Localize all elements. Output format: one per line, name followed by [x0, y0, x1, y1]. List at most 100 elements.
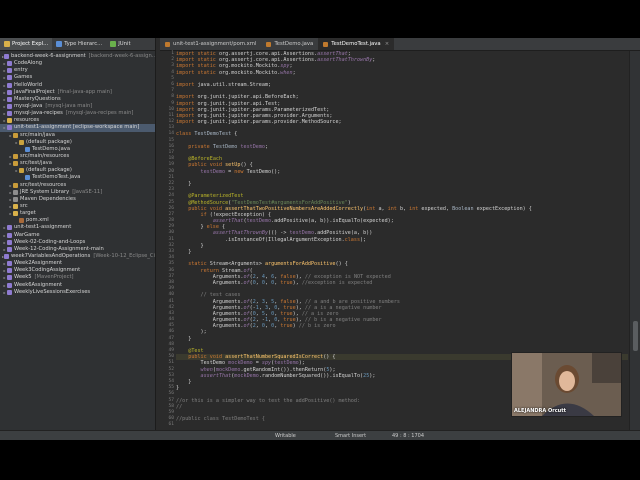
tree-item-label: Week-02-Coding-and-Loops	[14, 238, 86, 245]
project-icon	[7, 104, 12, 110]
tree-item[interactable]: ▸ Maven Dependencies	[0, 196, 155, 203]
tree-item[interactable]: ▸ (default package)	[0, 167, 155, 174]
java-icon	[25, 146, 30, 152]
tree-item[interactable]: ▸ target	[0, 210, 155, 217]
xml-icon	[19, 218, 24, 224]
tree-item-label: unit-test1-assignment [eclipse-workspace…	[14, 124, 140, 131]
tree-item[interactable]: ▸ Week5 [MavenProject]	[0, 274, 155, 281]
project-icon	[7, 275, 12, 281]
tree-item[interactable]: ▸ mysql-java-recipes [mysql-java-recipes m…	[0, 110, 155, 117]
tree-item[interactable]: ▸ entry	[0, 67, 155, 74]
tree-item-label: src	[20, 202, 28, 209]
tree-item-label: (default package)	[26, 138, 72, 145]
tree-item[interactable]: ▸ Games	[0, 74, 155, 81]
project-icon	[7, 68, 12, 74]
tree-item[interactable]: ▸ Week6Assignment	[0, 282, 155, 289]
project-icon	[7, 125, 12, 131]
tree-item[interactable]: ▸ CodeAlong	[0, 60, 155, 67]
tree-item[interactable]: ▸ HelloWorld	[0, 82, 155, 89]
lib-icon	[13, 196, 18, 202]
code-line[interactable]	[176, 422, 628, 428]
pkg-icon	[19, 168, 24, 174]
tree-item[interactable]: TestDemoTest.java	[0, 174, 155, 181]
tree-item[interactable]: ▸ src/main/java	[0, 132, 155, 139]
project-icon	[7, 111, 12, 117]
tree-item-label: CodeAlong	[14, 60, 43, 67]
tree-item[interactable]: ▸ src/test/resources	[0, 182, 155, 189]
tree-item[interactable]: ▸ backend-week-6-assignment [backend-week-…	[0, 53, 155, 60]
editor-tab[interactable]: TestDemo.java	[261, 38, 318, 50]
editor-tab[interactable]: TestDemoTest.java ×	[318, 38, 395, 50]
tree-item[interactable]: ▸ mysql-java [mysql-java main]	[0, 103, 155, 110]
tree-item[interactable]: ▸ MasteryQuestions	[0, 96, 155, 103]
editor-tab-label: TestDemo.java	[274, 41, 314, 47]
explorer-tab-label: JUnit	[118, 41, 131, 47]
tree-item-label: entry	[14, 67, 28, 74]
src-icon	[13, 132, 18, 138]
tree-item-label: (default package)	[26, 167, 72, 174]
tree-item[interactable]: ▸ Week2Assignment	[0, 260, 155, 267]
tree-item[interactable]: TestDemo.java	[0, 146, 155, 153]
project-icon	[7, 268, 12, 274]
status-writable: Writable	[275, 433, 296, 439]
webcam-person-image	[512, 353, 621, 416]
tree-item-label: src/test/resources	[20, 181, 67, 188]
lib-icon	[13, 189, 18, 195]
tree-item[interactable]: ▸ JRE System Library [JavaSE-11]	[0, 189, 155, 196]
project-icon	[4, 54, 10, 60]
project-icon	[7, 96, 12, 102]
editor-tab[interactable]: unit-test1-assignment/pom.xml	[160, 38, 261, 50]
explorer-tab[interactable]: JUnit	[106, 38, 134, 50]
explorer-tab-label: Project Expl...	[12, 41, 49, 47]
tree-item[interactable]: ▸ WeeklyLiveSessionsExercises	[0, 289, 155, 296]
tree-item[interactable]: ▸ JavaFinalProject [final-java-app main]	[0, 89, 155, 96]
tree-item[interactable]: ▸ Week3CodingAssignment	[0, 267, 155, 274]
tree-item[interactable]: ▸ resources	[0, 117, 155, 124]
explorer-tab[interactable]: Type Hierarc...	[52, 38, 106, 50]
status-bar: Writable Smart Insert 49 : 8 : 1704	[0, 430, 640, 440]
editor-tab-label: TestDemoTest.java	[331, 41, 381, 47]
project-icon	[4, 254, 10, 259]
tree-item-label: WeeklyLiveSessionsExercises	[14, 288, 91, 295]
editor-tab-label: unit-test1-assignment/pom.xml	[173, 41, 257, 47]
folder-icon	[7, 118, 12, 124]
tree-item-label: MasteryQuestions	[14, 95, 61, 102]
project-tree: ▸ backend-week-6-assignment [backend-week-…	[0, 51, 155, 296]
project-explorer-panel: Project Expl... Type Hierarc... JUnit ▸ bac…	[0, 38, 156, 430]
tree-item[interactable]: ▸ src/main/resources	[0, 153, 155, 160]
tree-item[interactable]: ▸ WarGame	[0, 232, 155, 239]
tree-item-label: mysql-java-recipes	[14, 110, 63, 117]
src-icon	[13, 154, 18, 160]
tree-item[interactable]: ▸ unit-test1-assignment	[0, 224, 155, 231]
project-icon	[7, 289, 12, 295]
tree-item-suffix: [final-java-app main]	[57, 88, 112, 95]
tree-item-label: Week2Assignment	[14, 260, 63, 267]
explorer-tab-label: Type Hierarc...	[64, 41, 103, 47]
tree-item-label: mysql-java	[14, 102, 43, 109]
tree-item-label: pom.xml	[26, 217, 49, 224]
editor-scrollbar[interactable]	[629, 51, 640, 430]
file-icon	[323, 41, 329, 47]
tree-item-label: Week-12-Coding-Assignment-main	[14, 245, 104, 252]
close-icon[interactable]: ×	[385, 41, 389, 47]
tree-item[interactable]: ▸ unit-test1-assignment [eclipse-workspac…	[0, 124, 155, 132]
project-icon	[7, 239, 12, 245]
tree-item[interactable]: ▸ Week-12-Coding-Assignment-main	[0, 246, 155, 253]
tree-item-label: JavaFinalProject	[14, 88, 55, 95]
tree-item[interactable]: pom.xml	[0, 217, 155, 224]
project-icon	[7, 282, 12, 288]
explorer-tab[interactable]: Project Expl...	[0, 38, 53, 50]
folder-icon	[13, 204, 18, 210]
tree-item-suffix: [mysql-java-recipes main]	[65, 110, 134, 117]
tree-item[interactable]: ▸ src/test/java	[0, 160, 155, 167]
tree-item[interactable]: ▸ (default package)	[0, 139, 155, 146]
status-cursor-position: 49 : 8 : 1704	[392, 433, 424, 439]
tree-item-label: src/test/java	[20, 160, 52, 167]
project-icon	[7, 75, 12, 81]
tree-item-suffix: [mysql-java main]	[45, 102, 93, 109]
tree-item[interactable]: ▸ src	[0, 203, 155, 210]
scrollbar-thumb[interactable]	[633, 321, 638, 351]
tree-item[interactable]: ▸ week7VariablesAndOperations [Week-10-12_…	[0, 253, 155, 260]
tree-item[interactable]: ▸ Week-02-Coding-and-Loops	[0, 239, 155, 246]
tree-item-label: Maven Dependencies	[20, 195, 76, 202]
